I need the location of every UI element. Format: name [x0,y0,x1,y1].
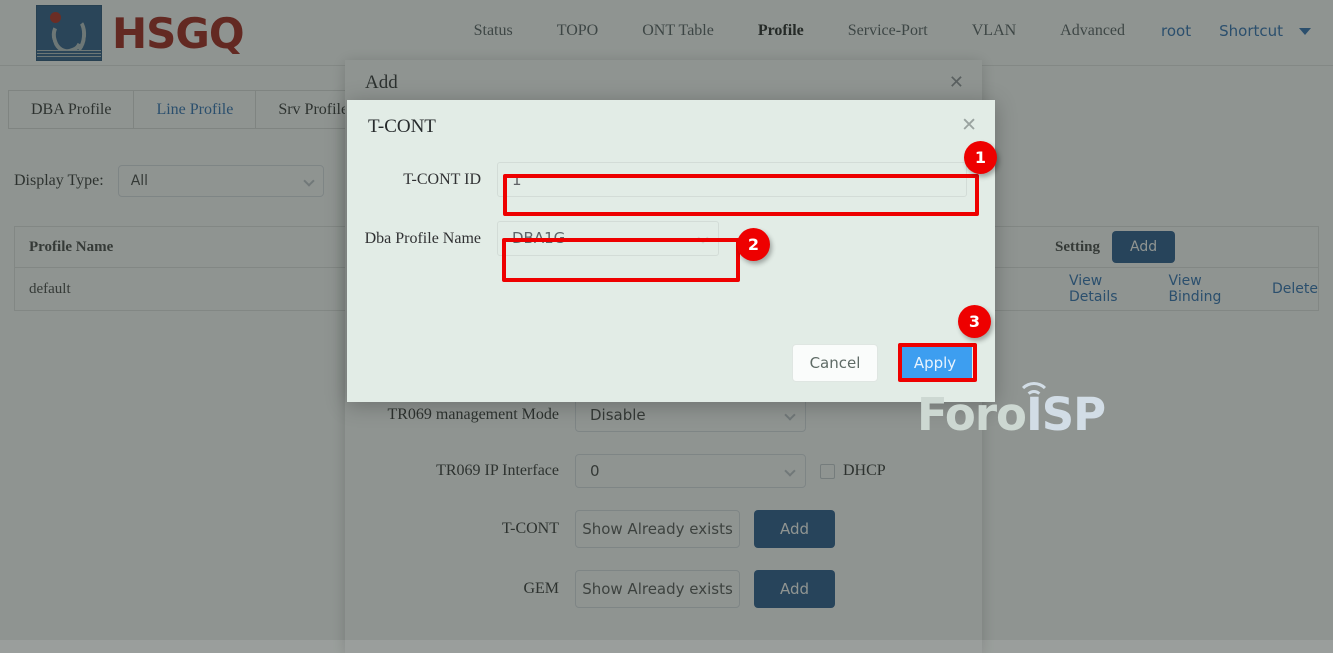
screen: HSGQ Status TOPO ONT Table Profile Servi… [0,0,1333,653]
close-icon[interactable]: ✕ [961,116,977,135]
annotation-badge-3: 3 [958,305,991,338]
watermark-part1: Foro [917,388,1027,441]
annotation-badge-1: 1 [964,141,997,174]
tcont-dialog-title: T-CONT [368,116,436,137]
annotation-box-3 [898,343,977,382]
foroisp-watermark: ForoISP [917,382,1112,450]
annotation-badge-2: 2 [737,228,770,261]
tcont-id-label: T-CONT ID [403,170,481,188]
annotation-box-2 [502,238,740,282]
dba-profile-label: Dba Profile Name [364,229,481,247]
bottom-band [0,640,1333,653]
wifi-arc-icon [1025,390,1043,408]
cancel-button[interactable]: Cancel [792,344,878,382]
annotation-box-1 [503,174,979,216]
